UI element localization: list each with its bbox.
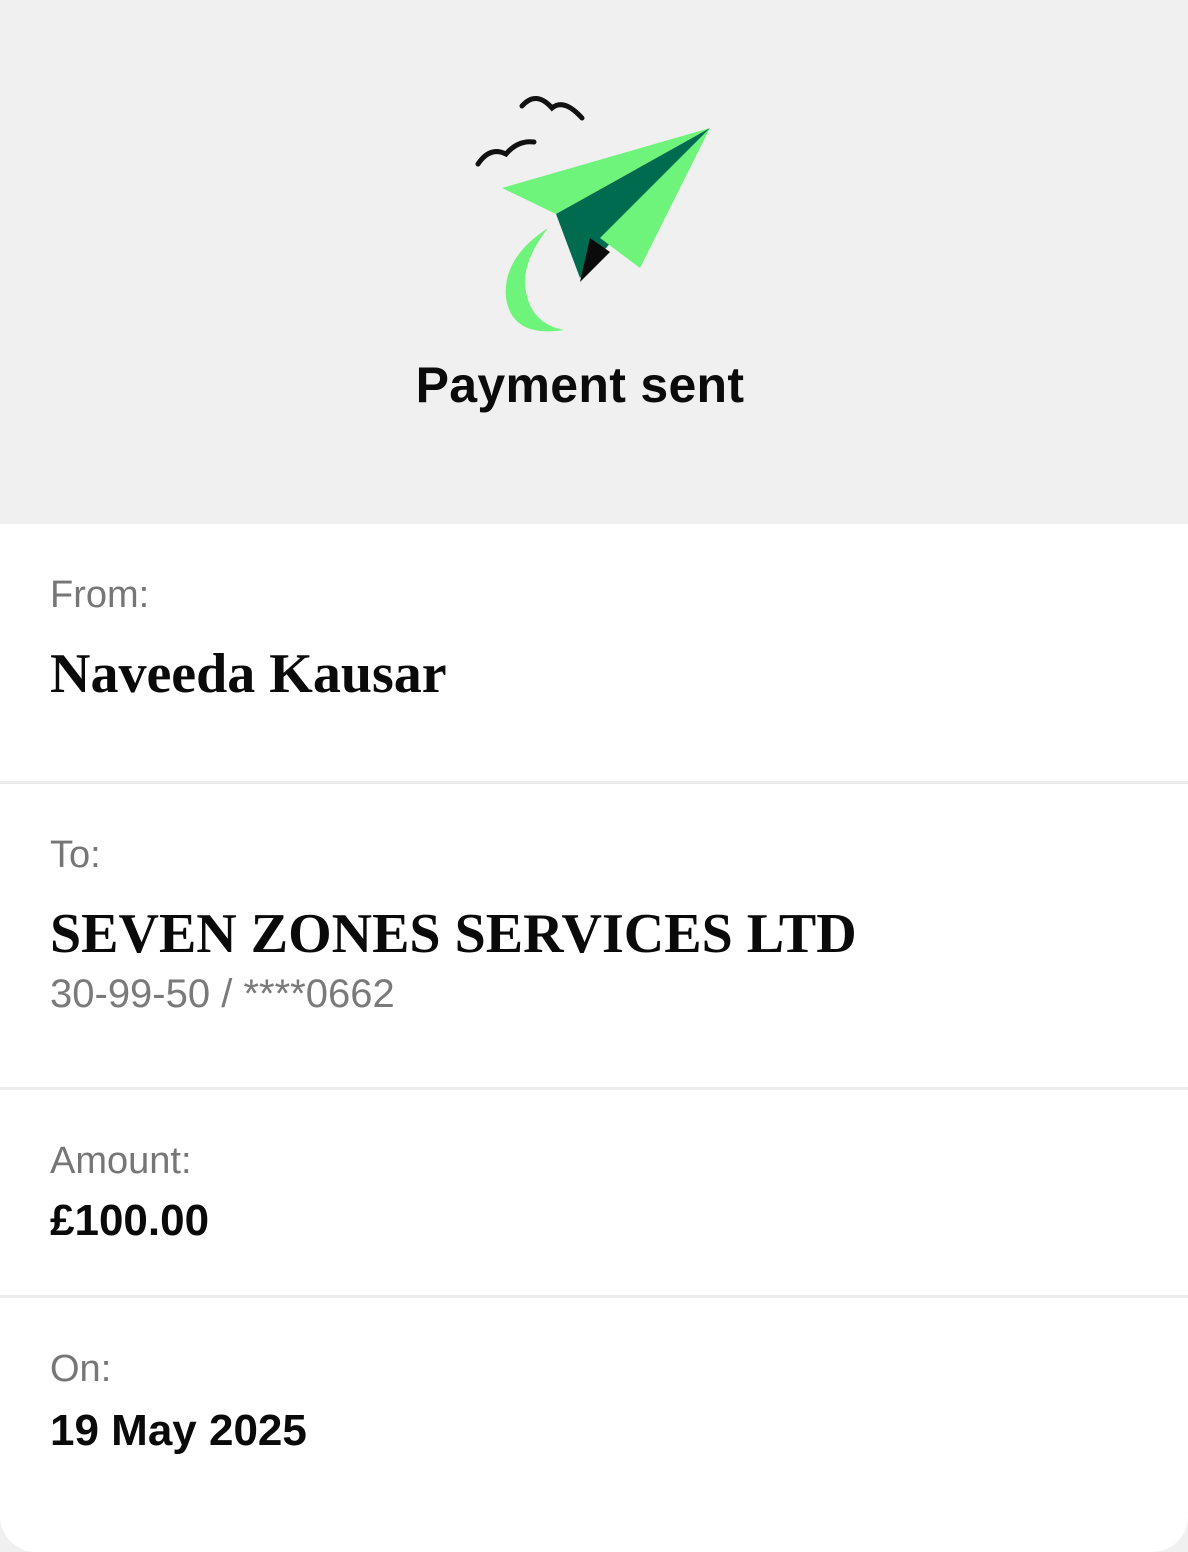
page-title: Payment sent [415,357,745,413]
bird-icon [519,96,585,121]
paper-plane-icon [475,96,710,332]
to-section: To: SEVEN ZONES SERVICES LTD 30-99-50 / … [0,784,1188,1090]
recipient-account: 30-99-50 / ****0662 [50,972,395,1016]
from-section: From: Naveeda Kausar [0,524,1188,784]
amount-section: Amount: £100.00 [0,1090,1188,1298]
swoosh-trail [505,228,564,332]
from-label: From: [50,574,150,616]
date-label: On: [50,1348,112,1390]
amount-label: Amount: [50,1140,192,1182]
to-label: To: [50,834,101,876]
payment-details-card: From: Naveeda Kausar To: SEVEN ZONES SER… [0,524,1188,1552]
confirmation-header: Payment sent [0,0,1188,524]
sender-name: Naveeda Kausar [50,643,447,705]
recipient-name: SEVEN ZONES SERVICES LTD [50,903,857,965]
bird-icon [475,139,537,167]
amount-value: £100.00 [50,1196,210,1245]
date-section: On: 19 May 2025 [0,1298,1188,1552]
date-value: 19 May 2025 [50,1406,307,1455]
